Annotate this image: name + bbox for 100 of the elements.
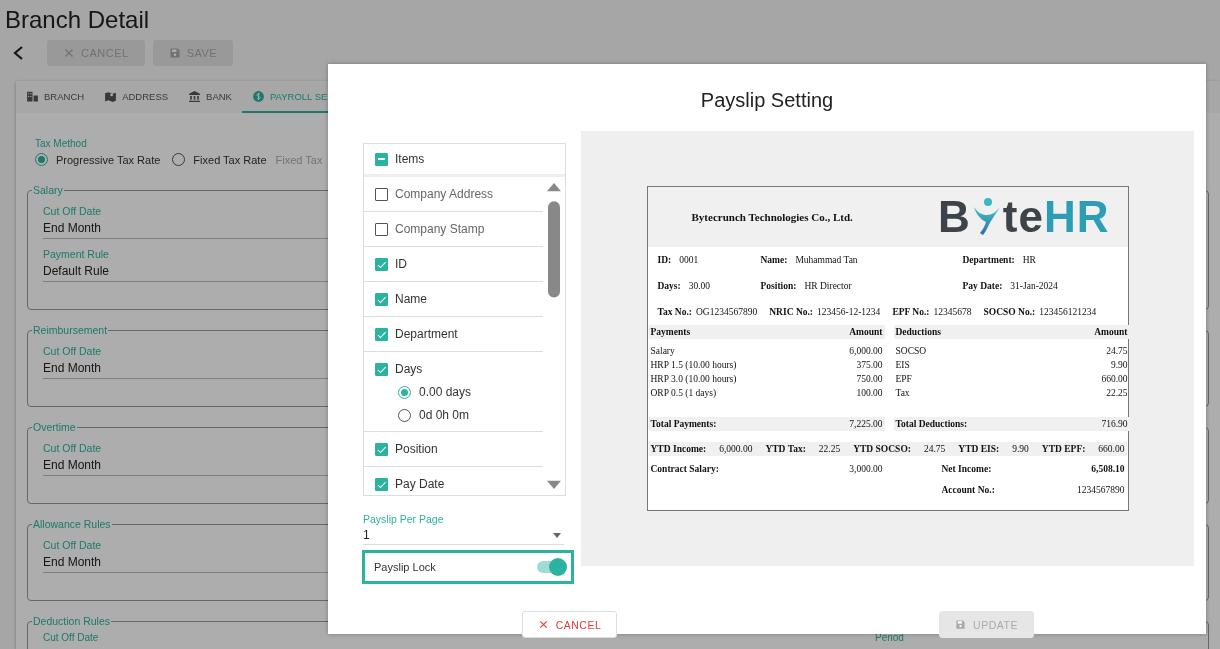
table-cell-text: SOCSO [895, 345, 927, 358]
column-header: Deductions [895, 327, 941, 337]
logo: B teHR [938, 195, 1110, 239]
table-cell-text: 9.90 [1110, 359, 1128, 372]
field-value: 660.00 [1098, 444, 1125, 454]
table-cell-text: 24.75 [1106, 345, 1128, 358]
field-label: Position: [760, 281, 797, 291]
company-name: Bytecrunch Technologies Co., Ltd. [691, 211, 853, 223]
field-value: 3,000.00 [849, 463, 883, 476]
select-field[interactable]: End Month [43, 457, 102, 473]
field-value: 1234567890 [1077, 484, 1125, 497]
field-label: YTD EIS: [958, 444, 1000, 454]
toggle-switch[interactable] [537, 558, 567, 576]
field-label: NRIC No.: [769, 307, 814, 317]
field-label: Cut Off Date [43, 539, 102, 552]
table-cell-text: 100.00 [856, 387, 883, 400]
checkbox[interactable] [375, 293, 388, 306]
item-label: Company Stamp [395, 221, 485, 238]
item-label: Name [395, 291, 427, 308]
checkbox[interactable] [375, 478, 388, 491]
field-label: Cut Off Date [43, 345, 102, 358]
field-value: 9.90 [1012, 444, 1029, 454]
field-label: SOCSO No.: [983, 307, 1036, 317]
bank-icon [188, 89, 202, 103]
field-value: OG1234567890 [696, 307, 758, 317]
section-title: Deduction Rules [32, 615, 112, 628]
save-icon [168, 47, 181, 59]
table-cell-text: 6,000.00 [849, 345, 883, 358]
field-value: 12345678 [933, 307, 972, 317]
checkbox[interactable] [375, 328, 388, 341]
select-field[interactable]: Payslip Per Page 1 [363, 513, 564, 545]
field-label: Cut Off Date [43, 442, 102, 455]
item-label: Pay Date [395, 476, 445, 493]
field-label: Days: [657, 281, 681, 291]
column-header: Amount [849, 327, 883, 337]
table-cell-text: 22.25 [1106, 387, 1128, 400]
field-label: YTD SOCSO: [853, 444, 911, 454]
section-title: Allowance Rules [32, 518, 112, 531]
select-field[interactable]: End Month [43, 554, 102, 570]
field-value: 716.90 [1101, 419, 1128, 429]
map-icon [104, 89, 118, 103]
field-label: YTD Income: [650, 444, 707, 454]
radio-option[interactable]: 0.00 days [398, 384, 543, 400]
cancel-button[interactable]: CANCEL [522, 611, 617, 638]
field-value: 0001 [679, 255, 699, 265]
back-icon [12, 45, 24, 61]
field-label: ID: [657, 255, 672, 265]
table-cell-text: EPF [895, 373, 912, 386]
dollar-icon [251, 89, 265, 103]
item-label: Days [395, 361, 423, 378]
table-cell-text: ORP 0.5 (1 days) [650, 387, 717, 400]
item-label: Position [395, 441, 438, 458]
radio-option[interactable]: Fixed Tax Rate [172, 153, 267, 166]
setting-label: Payslip Lock [374, 561, 436, 573]
radio-option[interactable]: 0d 0h 0m [398, 407, 543, 423]
field-value: 31-Jan-2024 [1010, 281, 1058, 291]
radio-option[interactable]: Progressive Tax Rate [35, 153, 161, 166]
checkbox[interactable] [375, 443, 388, 456]
field-label: Name: [760, 255, 788, 265]
table-cell-text: HRP 1.5 (10.00 hours) [650, 359, 737, 372]
item-label: Company Address [395, 186, 494, 203]
field-value: 123456121234 [1039, 307, 1097, 317]
close-icon [63, 47, 75, 59]
field-label: Tax Method [35, 138, 88, 149]
field-label: Fixed Tax [275, 153, 323, 166]
field-value: 22.25 [818, 444, 841, 454]
field-label: Total Payments: [650, 419, 717, 429]
item-label: ID [395, 256, 407, 273]
table-cell-text: Salary [650, 345, 675, 358]
table-cell-text: 660.00 [1101, 373, 1128, 386]
field-value: 6,000.00 [719, 444, 753, 454]
select-field[interactable]: End Month [43, 220, 102, 236]
tab[interactable]: BANK [178, 81, 242, 113]
table-cell-text: 750.00 [856, 373, 883, 386]
field-label: Pay Date: [962, 281, 1003, 291]
field-label: YTD Tax: [765, 444, 806, 454]
checkbox[interactable] [375, 152, 388, 166]
checkbox[interactable] [375, 188, 388, 201]
checkbox[interactable] [375, 363, 388, 376]
select-field[interactable]: Default Rule [43, 263, 110, 279]
tab[interactable]: ADDRESS [94, 81, 179, 113]
select-field[interactable]: End Month [43, 360, 102, 376]
tab[interactable]: BRANCH [16, 81, 95, 113]
field-label: Tax No.: [657, 307, 692, 317]
column-header: Payments [650, 327, 691, 337]
checkbox[interactable] [375, 223, 388, 236]
item-label: Department [395, 326, 458, 343]
field-value: HR [1022, 255, 1036, 265]
field-label: Account No.: [941, 484, 995, 497]
page-title: Branch Detail [5, 6, 151, 34]
field-label: EPF No.: [892, 307, 930, 317]
dialog-title: Payslip Setting [699, 88, 835, 112]
table-cell-text: EIS [895, 359, 910, 372]
field-value: HR Director [804, 281, 852, 291]
field-value: 6,508.10 [1091, 463, 1125, 476]
checkbox[interactable] [375, 258, 388, 271]
column-header: Amount [1094, 327, 1128, 337]
field-label: Net Income: [941, 463, 992, 476]
field-label: Department: [962, 255, 1015, 265]
save-icon [955, 619, 967, 630]
